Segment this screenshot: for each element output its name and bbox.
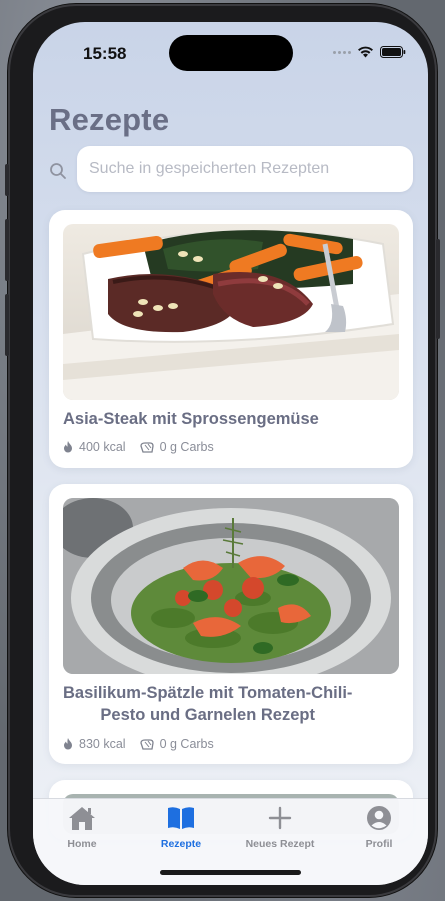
tab-neues-rezept-label: Neues Rezept <box>245 838 315 850</box>
plus-icon <box>268 806 292 830</box>
tab-rezepte[interactable]: Rezepte <box>141 805 221 850</box>
calories: 830 kcal <box>63 737 126 751</box>
tab-home-label: Home <box>67 838 97 850</box>
volume-up-button <box>5 219 9 281</box>
recipe-title: Basilikum-Spätzle mit Tomaten-Chili- Pes… <box>63 682 352 726</box>
carbs: 0 g Carbs <box>139 737 214 751</box>
home-indicator <box>160 870 301 875</box>
power-button <box>436 239 440 339</box>
phone-frame: 15:58 Rezepte Suche in gespeicherten Rez… <box>5 4 440 897</box>
carbs: 0 g Carbs <box>139 440 214 454</box>
search-icon <box>50 163 66 179</box>
recipe-meta: 400 kcal 0 g Carbs <box>63 440 228 454</box>
calories-value: 400 kcal <box>79 440 126 454</box>
tab-profil-label: Profil <box>365 838 393 850</box>
tab-profil[interactable]: Profil <box>339 805 419 850</box>
flame-icon <box>64 441 72 453</box>
tab-bar: Home Rezepte Neues Rezept Profil <box>33 798 428 885</box>
volume-down-button <box>5 294 9 356</box>
wifi-icon <box>358 46 373 58</box>
recipe-title-line-1: Basilikum-Spätzle mit Tomaten-Chili- <box>63 684 353 702</box>
book-icon <box>168 807 194 829</box>
page-title: Rezepte <box>49 102 170 137</box>
tab-home[interactable]: Home <box>42 805 122 850</box>
recipe-title: Asia-Steak mit Sprossengemüse <box>63 410 319 428</box>
battery-icon <box>380 46 406 58</box>
recipe-title-line-2: Pesto und Garnelen Rezept <box>100 706 315 724</box>
bread-icon <box>139 441 154 453</box>
recipe-meta: 830 kcal 0 g Carbs <box>63 737 228 751</box>
search-field[interactable] <box>77 146 413 192</box>
calories-value: 830 kcal <box>79 737 126 751</box>
dynamic-island <box>169 35 293 71</box>
recipe-image <box>63 224 399 400</box>
recipe-card[interactable]: Asia-Steak mit Sprossengemüse 400 kcal 0… <box>49 210 413 468</box>
cellular-dots-icon <box>333 50 351 54</box>
flame-icon <box>64 738 72 750</box>
recipe-card[interactable]: Basilikum-Spätzle mit Tomaten-Chili- Pes… <box>49 484 413 764</box>
person-circle-icon <box>367 806 391 830</box>
tab-rezepte-label: Rezepte <box>160 838 202 850</box>
search-input[interactable] <box>77 146 413 192</box>
house-icon <box>69 807 95 830</box>
status-time: 15:58 <box>83 44 127 63</box>
action-button <box>5 164 9 196</box>
tab-neues-rezept[interactable]: Neues Rezept <box>240 805 320 850</box>
recipe-image <box>63 498 399 674</box>
carbs-value: 0 g Carbs <box>159 440 214 454</box>
status-icons <box>333 46 406 58</box>
screen: 15:58 Rezepte Suche in gespeicherten Rez… <box>33 22 428 885</box>
bread-icon <box>139 738 154 750</box>
carbs-value: 0 g Carbs <box>159 737 214 751</box>
calories: 400 kcal <box>63 440 126 454</box>
